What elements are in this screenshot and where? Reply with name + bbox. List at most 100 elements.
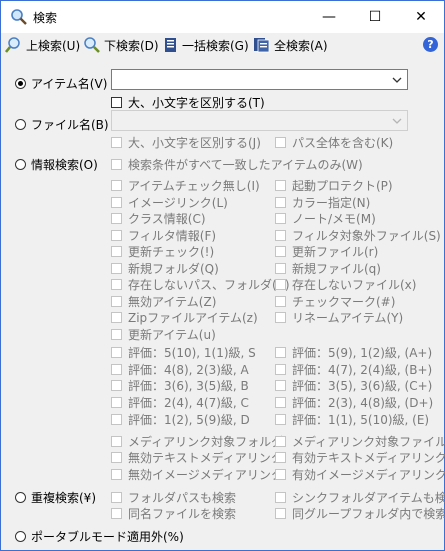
rating-left-4[interactable]: 評価：1(2), 5(9)級, D bbox=[111, 411, 250, 428]
item-name-case-checkbox[interactable]: 大、小文字を区別する(T) bbox=[111, 94, 265, 111]
maximize-button[interactable]: ☐ bbox=[352, 1, 398, 33]
duplicate-search-radio[interactable]: 重複検索(¥) bbox=[15, 489, 96, 506]
info-right-0-label: 起動プロテクト(P) bbox=[292, 179, 393, 193]
info-right-2[interactable]: ノート/メモ(M) bbox=[275, 210, 376, 227]
item-name-combo[interactable] bbox=[111, 69, 408, 90]
media-right-1-label: 有効テキストメディアリンク bbox=[292, 451, 445, 465]
close-button[interactable]: ✕ bbox=[398, 1, 444, 33]
media-left-2[interactable]: 無効イメージメディアリンク bbox=[111, 466, 283, 483]
file-name-case-checkbox[interactable]: 大、小文字を区別する(J) bbox=[111, 134, 261, 151]
all-match-checkbox[interactable]: 検索条件がすべて一致したアイテムのみ(W) bbox=[111, 156, 363, 173]
info-left-7[interactable]: 無効アイテム(Z) bbox=[111, 293, 216, 310]
rating-right-2-label: 評価：3(5), 3(6)級, (C+) bbox=[292, 379, 433, 393]
info-right-3[interactable]: フィルタ対象外ファイル(S) bbox=[275, 227, 441, 244]
info-left-7-label: 無効アイテム(Z) bbox=[128, 295, 217, 309]
rating-right-2[interactable]: 評価：3(5), 3(6)級, (C+) bbox=[275, 377, 432, 394]
checkbox-box bbox=[111, 469, 122, 480]
minimize-button[interactable]: — bbox=[306, 1, 352, 33]
search-up-icon bbox=[5, 37, 20, 53]
media-right-0[interactable]: メディアリンク対象ファイル bbox=[275, 433, 445, 450]
dup-left-1[interactable]: 同名ファイルを検索 bbox=[111, 505, 236, 522]
file-name-radio[interactable]: ファイル名(B) bbox=[15, 116, 109, 133]
info-right-4[interactable]: 更新ファイル(r) bbox=[275, 243, 378, 260]
info-left-8[interactable]: Zipファイルアイテム(z) bbox=[111, 309, 258, 326]
info-left-6[interactable]: 存在しないパス、フォルダ(X) bbox=[111, 276, 290, 293]
dup-right-1[interactable]: 同グループフォルダ内で検索 bbox=[275, 505, 445, 522]
search-all-button[interactable]: 全検索(A) bbox=[253, 35, 328, 55]
info-right-1[interactable]: カラー指定(N) bbox=[275, 194, 370, 211]
info-left-3-label: フィルタ情報(F) bbox=[128, 229, 217, 243]
help-icon[interactable]: ? bbox=[423, 37, 438, 52]
info-right-5[interactable]: 新規ファイル(q) bbox=[275, 260, 381, 277]
info-search-radio[interactable]: 情報検索(O) bbox=[15, 156, 98, 173]
search-down-icon bbox=[84, 37, 100, 53]
rating-left-2[interactable]: 評価：3(6), 3(5)級, B bbox=[111, 377, 249, 394]
media-left-0-label: メディアリンク対象フォルダ bbox=[128, 435, 284, 449]
rating-left-2-label: 評価：3(6), 3(5)級, B bbox=[128, 379, 249, 393]
media-right-2[interactable]: 有効イメージメディアリンク bbox=[275, 466, 445, 483]
full-path-checkbox[interactable]: パス全体を含む(K) bbox=[275, 134, 393, 151]
info-left-9-label: 更新アイテム(u) bbox=[128, 328, 216, 342]
info-right-7[interactable]: チェックマーク(#) bbox=[275, 293, 395, 310]
dup-left-1-label: 同名ファイルを検索 bbox=[128, 507, 237, 521]
checkbox-box bbox=[275, 246, 286, 257]
file-name-case-label: 大、小文字を区別する(J) bbox=[128, 136, 261, 150]
rating-right-0[interactable]: 評価：5(9), 1(2)級, (A+) bbox=[275, 344, 432, 361]
file-name-combo[interactable] bbox=[111, 110, 408, 131]
media-left-0[interactable]: メディアリンク対象フォルダ bbox=[111, 433, 283, 450]
checkbox-box bbox=[275, 137, 286, 148]
checkbox-box bbox=[111, 380, 122, 391]
item-name-case-label: 大、小文字を区別する(T) bbox=[128, 96, 265, 110]
search-down-button[interactable]: 下検索(D) bbox=[83, 35, 159, 55]
rating-left-0[interactable]: 評価：5(10), 1(1)級, S bbox=[111, 344, 256, 361]
checkbox-box bbox=[111, 312, 122, 323]
info-left-2[interactable]: クラス情報(C) bbox=[111, 210, 206, 227]
dup-right-0[interactable]: シンクフォルダアイテムも検索 bbox=[275, 489, 445, 506]
all-match-label: 検索条件がすべて一致したアイテムのみ(W) bbox=[128, 158, 363, 172]
info-right-0[interactable]: 起動プロテクト(P) bbox=[275, 177, 393, 194]
rating-left-1-label: 評価：4(8), 2(3)級, A bbox=[128, 363, 249, 377]
rating-left-3[interactable]: 評価：2(4), 4(7)級, C bbox=[111, 394, 249, 411]
search-up-button[interactable]: 上検索(U) bbox=[5, 35, 80, 55]
checkbox-box bbox=[275, 397, 286, 408]
search-down-label: 下検索(D) bbox=[104, 38, 159, 53]
rating-right-1[interactable]: 評価：4(7), 2(4)級, (B+) bbox=[275, 361, 432, 378]
info-right-7-label: チェックマーク(#) bbox=[292, 295, 396, 309]
checkbox-box bbox=[275, 230, 286, 241]
checkbox-box bbox=[111, 296, 122, 307]
checkbox-box bbox=[275, 312, 286, 323]
checkbox-box bbox=[111, 279, 122, 290]
rating-right-4[interactable]: 評価：1(1), 5(10)級, (E) bbox=[275, 411, 429, 428]
search-window: 検索 — ☐ ✕ 上検索(U) 下検索(D) 一括検索(G) 全検索(A) ? … bbox=[0, 0, 445, 551]
rating-right-0-label: 評価：5(9), 1(2)級, (A+) bbox=[292, 346, 433, 360]
checkbox-box bbox=[275, 263, 286, 274]
checkbox-box bbox=[275, 414, 286, 425]
media-left-1[interactable]: 無効テキストメディアリンク bbox=[111, 449, 283, 466]
checkbox-box bbox=[275, 436, 286, 447]
dup-left-0[interactable]: フォルダパスも検索 bbox=[111, 489, 236, 506]
info-right-6[interactable]: 存在しないファイル(x) bbox=[275, 276, 416, 293]
checkbox-box bbox=[111, 508, 122, 519]
portable-radio[interactable]: ポータブルモード適用外(%) bbox=[15, 528, 184, 545]
info-left-3[interactable]: フィルタ情報(F) bbox=[111, 227, 216, 244]
rating-right-3[interactable]: 評価：2(3), 4(8)級, (D+) bbox=[275, 394, 433, 411]
info-left-0[interactable]: アイテムチェック無し(I) bbox=[111, 177, 260, 194]
duplicate-search-label: 重複検索(¥) bbox=[31, 491, 96, 505]
dup-right-0-label: シンクフォルダアイテムも検索 bbox=[292, 491, 445, 505]
checkbox-box bbox=[111, 414, 122, 425]
info-left-1[interactable]: イメージリンク(L) bbox=[111, 194, 228, 211]
info-right-8-label: リネームアイテム(Y) bbox=[292, 311, 404, 325]
media-right-1[interactable]: 有効テキストメディアリンク bbox=[275, 449, 445, 466]
info-right-8[interactable]: リネームアイテム(Y) bbox=[275, 309, 403, 326]
checkbox-box bbox=[275, 364, 286, 375]
info-left-4[interactable]: 更新チェック(!) bbox=[111, 243, 214, 260]
info-left-5-label: 新規フォルダ(Q) bbox=[128, 262, 219, 276]
info-left-5[interactable]: 新規フォルダ(Q) bbox=[111, 260, 219, 277]
item-name-radio[interactable]: アイテム名(V) bbox=[15, 75, 107, 92]
batch-search-button[interactable]: 一括検索(G) bbox=[163, 35, 249, 55]
radio-unselected bbox=[15, 159, 26, 170]
checkbox-box bbox=[111, 364, 122, 375]
checkbox-box bbox=[111, 137, 122, 148]
info-left-9[interactable]: 更新アイテム(u) bbox=[111, 326, 216, 343]
rating-left-1[interactable]: 評価：4(8), 2(3)級, A bbox=[111, 361, 249, 378]
